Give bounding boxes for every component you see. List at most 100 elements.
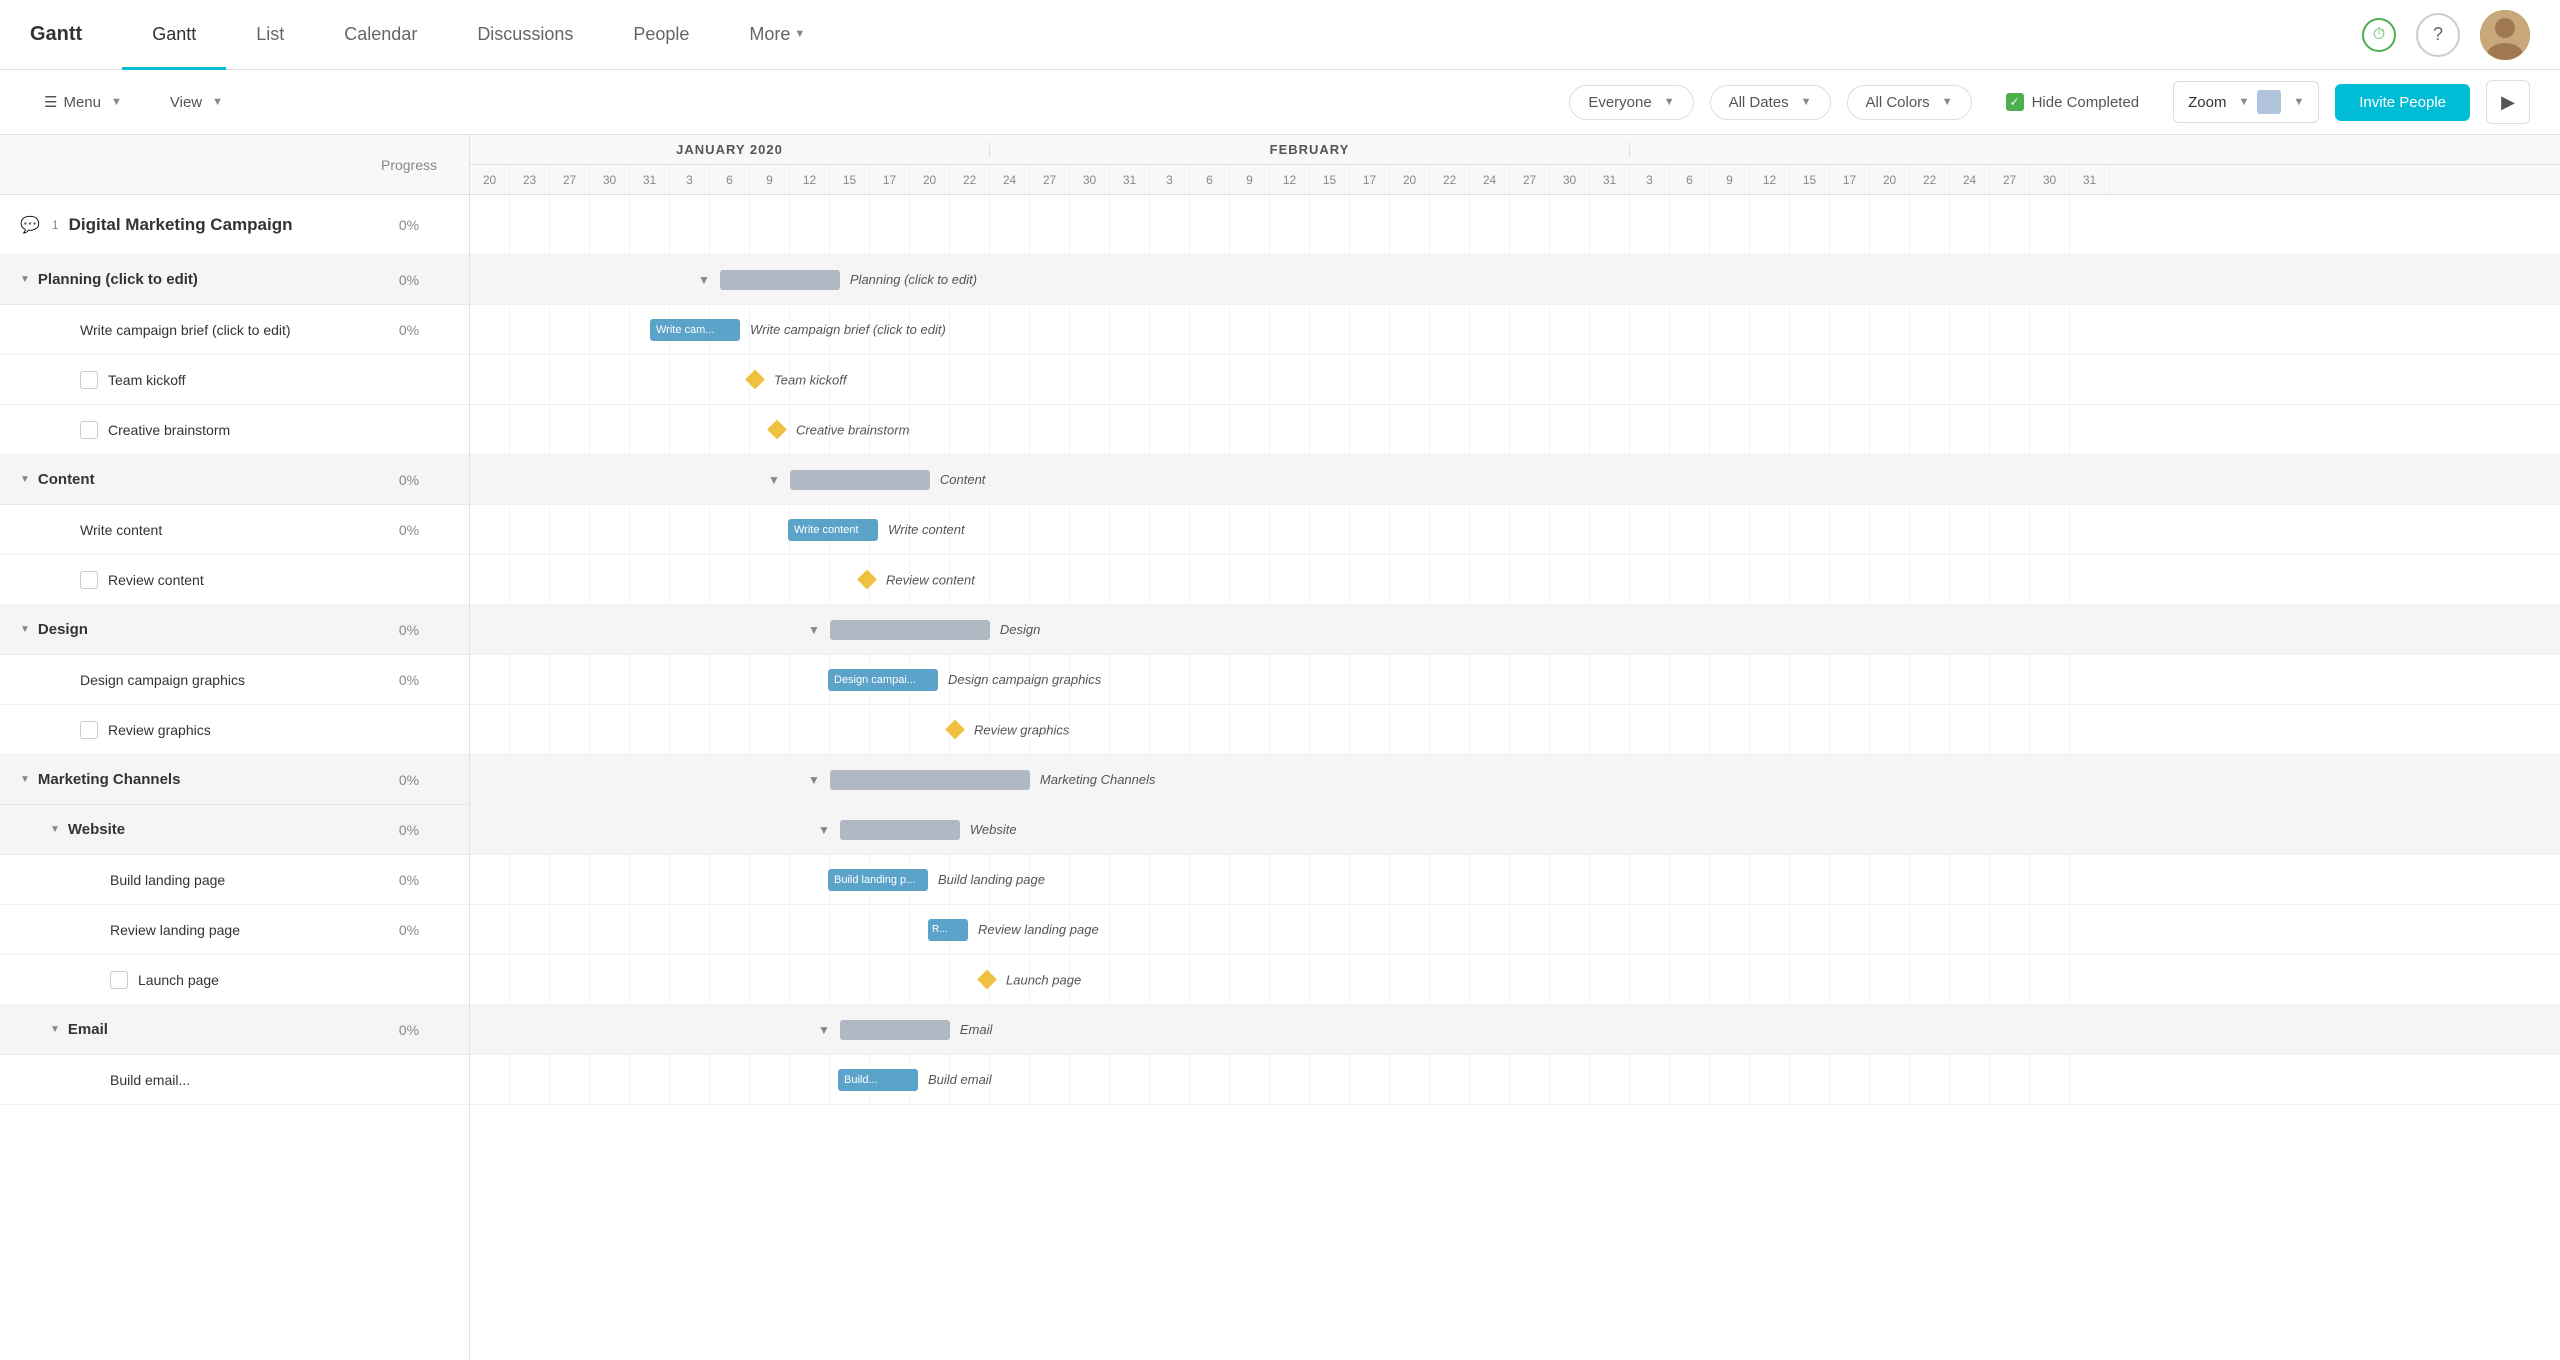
write-campaign-bar[interactable]: Write cam... [650,319,740,341]
launch-page-milestone[interactable] [977,970,997,990]
filter-colors[interactable]: All Colors ▼ [1847,85,1972,120]
task-write-content[interactable]: Write content 0% [0,505,469,555]
zoom-control[interactable]: Zoom ▼ ▼ [2173,81,2319,123]
gantt-build-email: Build... Build email [470,1055,2560,1105]
nav-right: ⏱ ? [2362,10,2530,60]
task-name: Build landing page [110,872,369,888]
creative-brainstorm-container: Creative brainstorm [770,422,909,437]
view-button[interactable]: View ▼ [156,86,237,119]
review-content-milestone[interactable] [857,570,877,590]
filter-everyone[interactable]: Everyone ▼ [1569,85,1693,120]
tab-people[interactable]: People [603,1,719,70]
task-review-content[interactable]: Review content [0,555,469,605]
task-review-graphics[interactable]: Review graphics [0,705,469,755]
review-graphics-milestone[interactable] [945,720,965,740]
content-progress: 0% [369,472,449,488]
planning-bar[interactable] [720,270,840,290]
email-progress: 0% [369,1022,449,1038]
content-collapse-gantt: ▼ [768,473,780,487]
gantt-inner: JANUARY 2020 FEBRUARY 20 23 27 30 31 3 6… [470,135,2560,1105]
review-content-label: Review content [886,572,975,587]
color-chevron: ▼ [2293,96,2304,108]
website-bar[interactable] [840,820,960,840]
marketing-bar-label: Marketing Channels [1040,772,1156,787]
tab-more[interactable]: More ▼ [719,1,835,70]
task-checkbox[interactable] [80,571,98,589]
website-collapse-icon[interactable]: ▼ [50,824,60,835]
review-landing-bar[interactable]: R... [928,919,968,941]
marketing-bar[interactable] [830,770,1030,790]
help-icon[interactable]: ? [2416,13,2460,57]
task-checkbox[interactable] [80,421,98,439]
creative-brainstorm-milestone[interactable] [767,420,787,440]
design-progress: 0% [369,622,449,638]
date-cell: 31 [2070,165,2110,194]
planning-collapse-icon[interactable]: ▼ [20,274,30,285]
task-creative-brainstorm[interactable]: Creative brainstorm [0,405,469,455]
colors-chevron: ▼ [1942,96,1953,108]
section-email[interactable]: ▼ Email 0% [0,1005,469,1055]
date-cell: 20 [1390,165,1430,194]
comment-icon[interactable]: 💬 [20,215,40,235]
tab-list[interactable]: List [226,1,314,70]
task-team-kickoff[interactable]: Team kickoff [0,355,469,405]
team-kickoff-milestone[interactable] [745,370,765,390]
build-email-bar[interactable]: Build... [838,1069,918,1091]
design-graphics-bar[interactable]: Design campai... [828,669,938,691]
tab-calendar[interactable]: Calendar [314,1,447,70]
email-collapse-icon[interactable]: ▼ [50,1024,60,1035]
gantt-team-kickoff: Team kickoff [470,355,2560,405]
task-design-graphics[interactable]: Design campaign graphics 0% [0,655,469,705]
menu-button[interactable]: ☰ Menu ▼ [30,85,136,119]
section-design[interactable]: ▼ Design 0% [0,605,469,655]
tab-discussions[interactable]: Discussions [447,1,603,70]
date-cell: 31 [630,165,670,194]
date-cell: 24 [990,165,1030,194]
date-cell: 15 [1790,165,1830,194]
invite-people-button[interactable]: Invite People [2335,84,2470,121]
record-button[interactable]: ▶ [2486,80,2530,124]
website-gantt-bar-container: ▼ Website [818,820,1017,840]
user-avatar[interactable] [2480,10,2530,60]
task-build-email[interactable]: Build email... [0,1055,469,1105]
filter-dates[interactable]: All Dates ▼ [1710,85,1831,120]
team-kickoff-label: Team kickoff [774,372,847,387]
gantt-write-campaign: Write cam... Write campaign brief (click… [470,305,2560,355]
email-bar[interactable] [840,1020,950,1040]
task-progress: 0% [369,872,449,888]
marketing-collapse-icon[interactable]: ▼ [20,774,30,785]
tab-gantt[interactable]: Gantt [122,1,226,70]
design-collapse-icon[interactable]: ▼ [20,624,30,635]
task-checkbox[interactable] [80,721,98,739]
hide-completed-toggle[interactable]: ✓ Hide Completed [1988,85,2158,119]
task-name: Team kickoff [108,372,449,388]
planning-bar-label: Planning (click to edit) [850,272,977,287]
task-write-campaign-brief[interactable]: Write campaign brief (click to edit) 0% [0,305,469,355]
content-collapse-icon[interactable]: ▼ [20,474,30,485]
gantt-launch-page: Launch page [470,955,2560,1005]
build-landing-bar[interactable]: Build landing p... [828,869,928,891]
content-bar[interactable] [790,470,930,490]
project-row[interactable]: 💬 1 Digital Marketing Campaign 0% [0,195,469,255]
february-label: FEBRUARY [990,142,1630,157]
team-kickoff-container: Team kickoff [748,372,847,387]
design-bar[interactable] [830,620,990,640]
write-content-bar[interactable]: Write content [788,519,878,541]
date-cell: 27 [550,165,590,194]
task-checkbox[interactable] [80,371,98,389]
task-build-landing-page[interactable]: Build landing page 0% [0,855,469,905]
gantt-website-section: ▼ Website [470,805,2560,855]
section-website[interactable]: ▼ Website 0% [0,805,469,855]
date-cell: 6 [710,165,750,194]
email-title: Email [68,1021,108,1038]
task-launch-page[interactable]: Launch page [0,955,469,1005]
date-cell: 9 [1230,165,1270,194]
section-planning[interactable]: ▼ Planning (click to edit) 0% [0,255,469,305]
section-content[interactable]: ▼ Content 0% [0,455,469,505]
section-marketing-channels[interactable]: ▼ Marketing Channels 0% [0,755,469,805]
task-review-landing-page[interactable]: Review landing page 0% [0,905,469,955]
today-icon[interactable]: ⏱ [2362,18,2396,52]
date-cell: 31 [1590,165,1630,194]
task-checkbox[interactable] [110,971,128,989]
gantt-write-content: Write content Write content [470,505,2560,555]
